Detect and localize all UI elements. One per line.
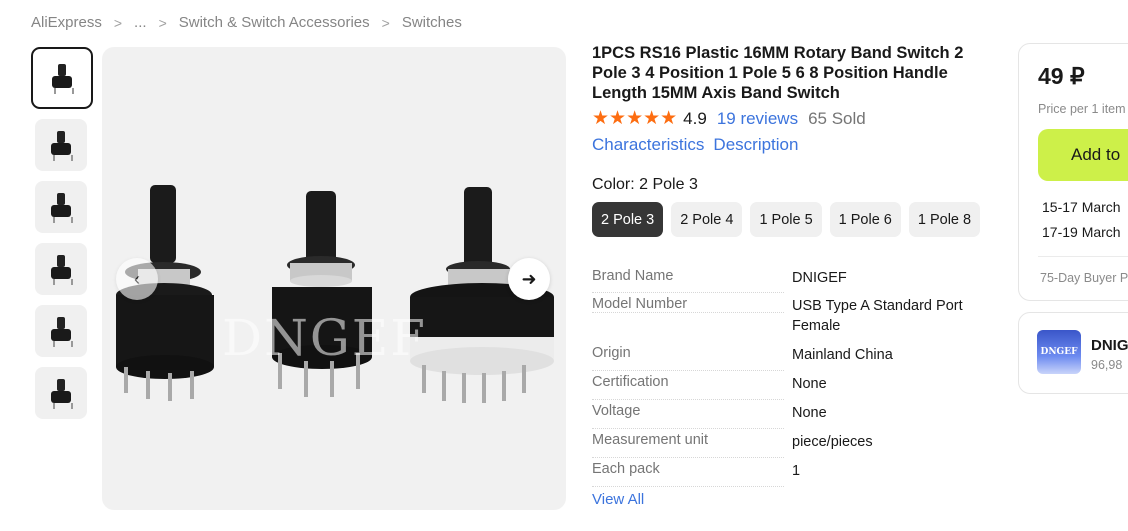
variant-selector: 2 Pole 3 2 Pole 4 1 Pole 5 1 Pole 6 1 Po… [592,202,981,237]
thumbnail-6[interactable] [35,367,87,419]
add-to-cart-button[interactable]: Add to [1038,129,1128,181]
spec-value: None [792,376,827,392]
thumbnail-2[interactable] [35,119,87,171]
product-thumbnail-image [43,129,79,161]
store-logo: DNGEF [1037,330,1081,374]
spec-key: Brand Name [592,268,792,296]
product-thumbnail-image [43,253,79,285]
chevron-right-icon: > [381,14,390,31]
spec-row: Certification None [592,374,992,403]
description-link[interactable]: Description [713,135,798,155]
product-thumbnail-image [44,62,80,94]
spec-value: None [792,405,827,421]
thumbnail-3[interactable] [35,181,87,233]
spec-row: Voltage None [592,403,992,432]
arrow-right-icon: ➜ [521,268,537,289]
spec-row: Origin Mainland China [592,345,992,374]
thumbnail-1[interactable] [31,47,93,109]
divider [1038,256,1128,257]
spec-row: Each pack 1 [592,461,992,490]
reviews-link[interactable]: 19 reviews [717,109,798,129]
price-note: Price per 1 item [1038,102,1126,116]
product-title: 1PCS RS16 Plastic 16MM Rotary Band Switc… [592,44,964,102]
sold-count: 65 Sold [808,108,866,128]
breadcrumb-item-subcategory[interactable]: Switches [402,14,462,31]
spec-value: piece/pieces [792,434,873,450]
spec-value: DNIGEF [792,270,847,286]
star-rating-icon: ★★★★★ [592,108,678,129]
price: 49 ₽ [1038,63,1085,89]
main-product-image[interactable]: DNGEF ‹ ➜ [102,47,566,510]
next-image-button[interactable]: ➜ [508,258,550,300]
specs-table: Brand Name DNIGEF Model Number USB Type … [592,268,992,490]
product-thumbnail-image [43,377,79,409]
spec-key: Voltage [592,403,792,432]
spec-row: Brand Name DNIGEF [592,268,992,296]
variant-option[interactable]: 1 Pole 6 [829,202,901,237]
thumbnail-5[interactable] [35,305,87,357]
spec-key: Model Number [592,296,792,316]
rating-row: ★★★★★ 4.9 19 reviews 65 Sold [592,107,866,130]
chevron-right-icon: > [158,14,167,31]
thumbnail-list [31,47,93,429]
variant-option[interactable]: 1 Pole 5 [750,202,822,237]
spec-key: Origin [592,345,792,374]
store-card[interactable]: DNGEF DNIG 96,98 [1018,312,1128,394]
variant-option[interactable]: 1 Pole 8 [908,202,981,237]
section-links: Characteristics Description [592,135,798,155]
spec-key: Measurement unit [592,432,792,461]
thumbnail-4[interactable] [35,243,87,295]
product-thumbnail-image [43,315,79,347]
buyer-protection: 75-Day Buyer P [1040,271,1128,285]
delivery-option[interactable]: 17-19 March [1042,224,1121,240]
chevron-right-icon: > [113,14,123,31]
chevron-left-icon: ‹ [134,268,140,289]
color-label: Color: 2 Pole 3 [592,176,698,193]
breadcrumb-item-aliexpress[interactable]: AliExpress [31,14,102,31]
watermark: DNGEF [222,309,427,367]
view-all-link[interactable]: View All [592,491,644,508]
spec-row: Measurement unit piece/pieces [592,432,992,461]
product-thumbnail-image [43,191,79,223]
buy-box: 49 ₽ Price per 1 item Add to 15-17 March… [1018,43,1128,301]
breadcrumb-item-category[interactable]: Switch & Switch Accessories [179,14,370,31]
rating-value: 4.9 [683,108,707,128]
rotary-switches-photo [116,185,554,403]
spec-key: Certification [592,374,792,403]
spec-value: 1 [792,463,801,479]
variant-option[interactable]: 2 Pole 3 [592,202,664,237]
variant-option[interactable]: 2 Pole 4 [671,202,743,237]
spec-key: Each pack [592,461,792,490]
characteristics-link[interactable]: Characteristics [592,135,704,155]
prev-image-button[interactable]: ‹ [116,258,158,300]
breadcrumb: AliExpress > ... > Switch & Switch Acces… [31,14,462,31]
spec-value: USB Type A Standard Port Female [792,298,963,334]
spec-row: Model Number USB Type A Standard Port Fe… [592,296,992,345]
store-rating: 96,98 [1091,358,1123,372]
delivery-option[interactable]: 15-17 March [1042,199,1121,215]
store-name[interactable]: DNIG [1091,337,1128,354]
spec-value: Mainland China [792,347,893,363]
breadcrumb-item-ellipsis[interactable]: ... [134,14,147,31]
